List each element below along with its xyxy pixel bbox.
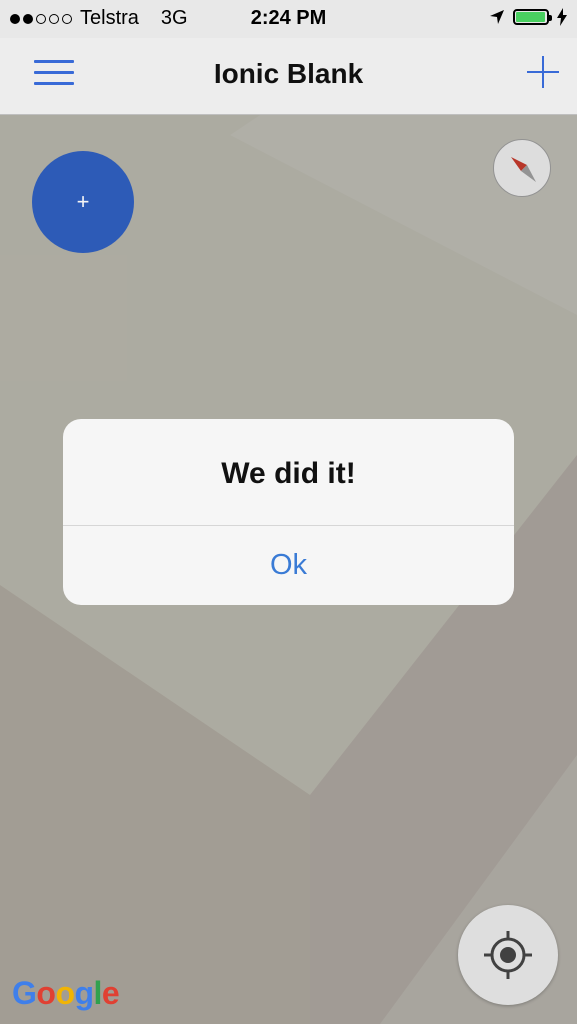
ok-button[interactable]: Ok (63, 526, 514, 605)
alert-message: We did it! (221, 457, 356, 490)
alert-dialog: We did it! Ok (63, 419, 514, 605)
